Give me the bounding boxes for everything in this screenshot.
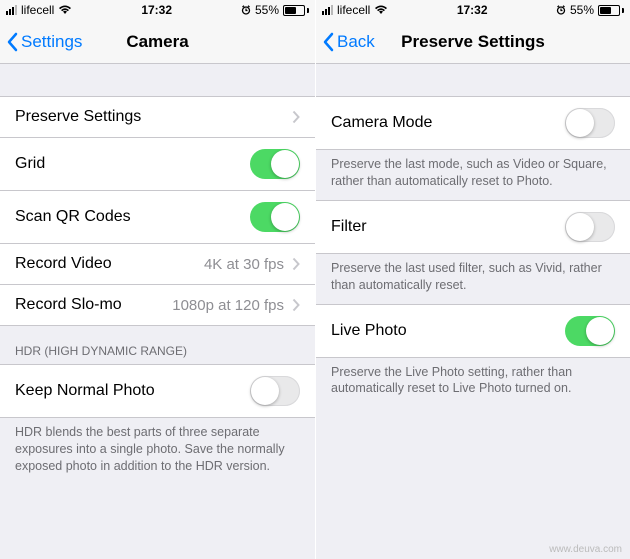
battery-percent: 55% (255, 3, 279, 17)
clock: 17:32 (457, 3, 488, 17)
row-scan-qr-codes: Scan QR Codes (0, 191, 315, 244)
row-grid: Grid (0, 138, 315, 191)
row-camera-mode: Camera Mode (316, 96, 630, 150)
cell-label: Record Video (15, 255, 204, 273)
signal-icon (322, 5, 333, 15)
cell-label: Record Slo-mo (15, 296, 172, 314)
carrier-label: lifecell (337, 3, 370, 17)
wifi-icon (374, 5, 388, 15)
row-filter: Filter (316, 200, 630, 254)
cell-value: 4K at 30 fps (204, 256, 284, 273)
cell-label: Filter (331, 218, 565, 236)
status-bar: lifecell 17:32 55% (316, 0, 630, 20)
section-footer-live-photo: Preserve the Live Photo setting, rather … (316, 358, 630, 408)
cell-value: 1080p at 120 fps (172, 297, 284, 314)
back-button[interactable]: Back (316, 32, 381, 52)
battery-percent: 55% (570, 3, 594, 17)
nav-bar: Back Preserve Settings (316, 20, 630, 64)
chevron-right-icon (292, 110, 300, 124)
toggle-keep-normal-photo[interactable] (250, 376, 300, 406)
section-footer-camera-mode: Preserve the last mode, such as Video or… (316, 150, 630, 200)
row-record-video[interactable]: Record Video 4K at 30 fps (0, 244, 315, 285)
alarm-icon (241, 5, 251, 15)
cell-label: Camera Mode (331, 114, 565, 132)
battery-icon (598, 5, 624, 16)
section-footer-filter: Preserve the last used filter, such as V… (316, 254, 630, 304)
toggle-qr-codes[interactable] (250, 202, 300, 232)
watermark: www.deuva.com (549, 544, 622, 555)
signal-icon (6, 5, 17, 15)
chevron-left-icon (322, 32, 334, 52)
alarm-icon (556, 5, 566, 15)
wifi-icon (58, 5, 72, 15)
back-label: Settings (21, 32, 82, 52)
screen-camera-settings: lifecell 17:32 55% Settings Camera Prese… (0, 0, 315, 559)
clock: 17:32 (141, 3, 172, 17)
row-record-slomo[interactable]: Record Slo-mo 1080p at 120 fps (0, 285, 315, 326)
cell-label: Scan QR Codes (15, 208, 250, 226)
nav-bar: Settings Camera (0, 20, 315, 64)
chevron-right-icon (292, 257, 300, 271)
battery-icon (283, 5, 309, 16)
back-label: Back (337, 32, 375, 52)
cell-label: Preserve Settings (15, 108, 292, 126)
cell-label: Grid (15, 155, 250, 173)
back-button[interactable]: Settings (0, 32, 88, 52)
section-header-hdr: HDR (HIGH DYNAMIC RANGE) (0, 326, 315, 364)
toggle-live-photo[interactable] (565, 316, 615, 346)
row-live-photo: Live Photo (316, 304, 630, 358)
status-bar: lifecell 17:32 55% (0, 0, 315, 20)
row-keep-normal-photo: Keep Normal Photo (0, 364, 315, 418)
cell-label: Live Photo (331, 322, 565, 340)
section-footer-hdr: HDR blends the best parts of three separ… (0, 418, 315, 485)
chevron-right-icon (292, 298, 300, 312)
cell-label: Keep Normal Photo (15, 382, 250, 400)
screen-preserve-settings: lifecell 17:32 55% Back Preserve Setting… (315, 0, 630, 559)
toggle-filter[interactable] (565, 212, 615, 242)
toggle-grid[interactable] (250, 149, 300, 179)
chevron-left-icon (6, 32, 18, 52)
row-preserve-settings[interactable]: Preserve Settings (0, 96, 315, 138)
carrier-label: lifecell (21, 3, 54, 17)
toggle-camera-mode[interactable] (565, 108, 615, 138)
